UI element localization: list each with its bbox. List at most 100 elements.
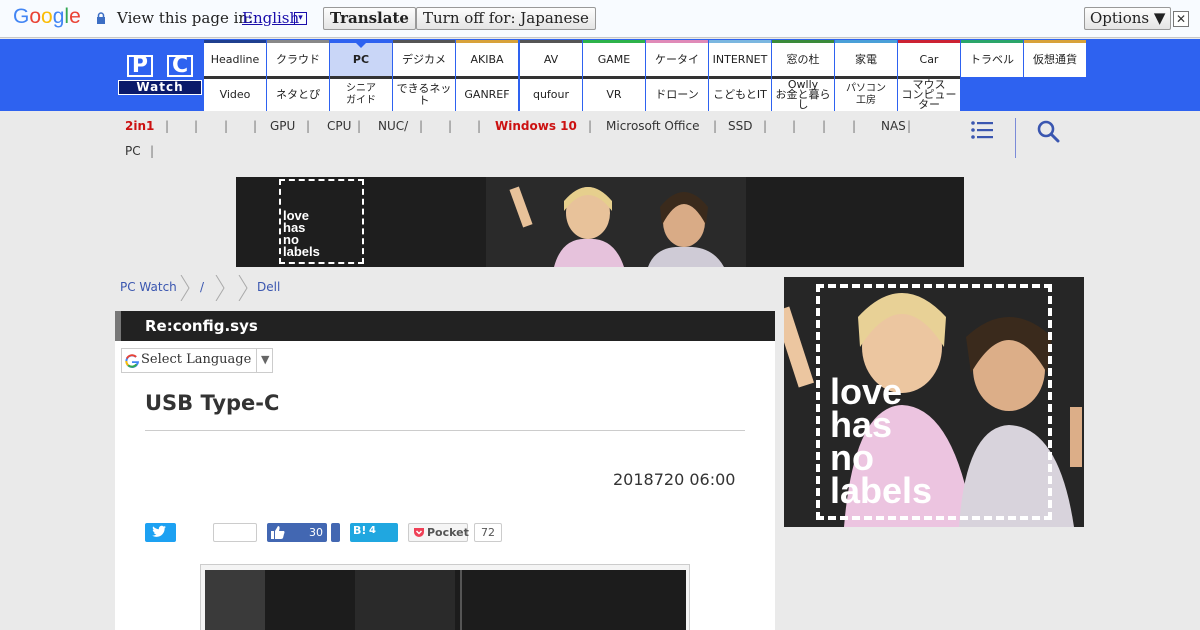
breadcrumb-home[interactable]: PC Watch	[120, 280, 177, 294]
close-icon[interactable]: ✕	[1173, 11, 1189, 27]
nav-item-row2[interactable]: こどもとIT	[709, 79, 771, 111]
nav-item-row2[interactable]: ネタとぴ	[267, 79, 329, 111]
nav-item-row1[interactable]: 仮想通貨	[1024, 43, 1086, 77]
nav-item-row1[interactable]: GAME	[583, 43, 645, 77]
nav-item-row1[interactable]: Car	[898, 43, 960, 77]
header-divider	[1015, 118, 1016, 158]
nav-item-row1[interactable]: トラベル	[961, 43, 1023, 77]
topic-link[interactable]: Microsoft Office	[606, 119, 699, 133]
thumbs-up-icon	[271, 526, 285, 539]
nav-item-row1[interactable]: デジカメ	[393, 43, 455, 77]
language-select[interactable]: Select Language ▼	[121, 348, 273, 373]
twitter-icon	[152, 525, 166, 537]
nav-item-row1[interactable]: AKIBA	[456, 43, 518, 77]
article-photo-frame	[200, 564, 690, 630]
nav-item-row2[interactable]: ドローン	[646, 79, 708, 111]
hatena-icon: B!	[353, 524, 367, 537]
nav-separator: |	[763, 119, 768, 133]
nav-item-row2[interactable]: Video	[204, 79, 266, 111]
google-logo: Google	[13, 5, 81, 29]
facebook-like-count: 30	[309, 526, 323, 539]
chevron-down-icon: ▼	[261, 353, 270, 366]
google-logo-text: Google	[13, 5, 81, 28]
nav-separator: |	[588, 119, 593, 133]
nav-item-row1[interactable]: ケータイ	[646, 43, 708, 77]
article-photo[interactable]	[205, 570, 686, 630]
turn-off-button[interactable]: Turn off for: Japanese	[416, 7, 596, 30]
translate-button[interactable]: Translate	[323, 7, 416, 30]
nav-separator: |	[224, 119, 229, 133]
nav-item-row2[interactable]: Owlly お金と暮らし	[772, 79, 834, 111]
logo-letter-p: P	[126, 55, 153, 77]
hatena-bookmark-button[interactable]: B! 4	[350, 523, 398, 542]
menu-icon[interactable]	[971, 120, 993, 140]
nav-item-row1[interactable]: クラウド	[267, 43, 329, 77]
banner-ad[interactable]: love has no labels	[236, 177, 964, 267]
nav-item-row2[interactable]: GANREF	[456, 79, 518, 111]
logo-subtitle: Watch	[118, 80, 202, 95]
pocket-count: 72	[474, 523, 502, 542]
breadcrumb-chevron-icon	[238, 275, 248, 301]
topic-link[interactable]: 2in1	[125, 119, 154, 133]
facebook-share-button[interactable]	[331, 523, 340, 542]
site-logo[interactable]: P C Watch	[118, 53, 202, 95]
side-ad-text: love has no labels	[830, 371, 933, 511]
article-title: USB Type-C	[145, 391, 280, 415]
share-count-bubble	[213, 523, 257, 542]
logo-letter-c: C	[166, 55, 194, 77]
hatena-count: 4	[369, 525, 376, 536]
nav-separator: |	[357, 119, 362, 133]
nav-separator: |	[822, 119, 827, 133]
nav-item-row1[interactable]: INTERNET	[709, 43, 771, 77]
nav-item-row1[interactable]: 窓の杜	[772, 43, 834, 77]
pocket-label: Pocket	[427, 526, 469, 539]
category-nav: Headline クラウド PC デジカメ AKIBA AV GAME ケータイ INTERNE…	[204, 40, 1086, 111]
nav-item-row1[interactable]: AV	[520, 43, 582, 77]
nav-separator: |	[419, 119, 424, 133]
breadcrumb-chevron-icon	[215, 275, 225, 301]
facebook-like-button[interactable]: 30	[267, 523, 327, 542]
breadcrumb-dell[interactable]: Dell	[257, 280, 280, 294]
nav-item-row2[interactable]: マウス コンピューター	[898, 79, 960, 111]
language-link[interactable]: English	[242, 9, 299, 27]
nav-item-row2[interactable]: qufour	[520, 79, 582, 111]
site-header: P C Watch Headline クラウド PC デジカメ AKIBA AV GAME ケ…	[0, 39, 1200, 111]
search-icon[interactable]	[1036, 119, 1060, 143]
nav-item-row1[interactable]: 家電	[835, 43, 897, 77]
nav-item-row2[interactable]: VR	[583, 79, 645, 111]
nav-separator: |	[253, 119, 258, 133]
topic-link[interactable]: NUC/	[378, 119, 408, 133]
options-button[interactable]: Options ▼	[1084, 7, 1172, 30]
nav-separator: |	[165, 119, 170, 133]
topic-link[interactable]: PC	[125, 144, 141, 158]
language-dropdown-icon[interactable]: ▾	[294, 12, 307, 25]
series-header: Re:config.sys	[115, 311, 775, 341]
select-language-label: Select Language	[141, 352, 252, 367]
side-ad[interactable]: love has no labels	[784, 277, 1084, 527]
topic-link[interactable]: SSD	[728, 119, 752, 133]
nav-item-row2[interactable]: シニア ガイド	[330, 79, 392, 111]
topic-link[interactable]: CPU	[327, 119, 351, 133]
breadcrumb-item[interactable]: /	[200, 280, 204, 294]
nav-separator: |	[713, 119, 718, 133]
view-page-in-label: View this page in:	[117, 9, 254, 27]
article: Re:config.sys Select Language ▼ USB Type…	[115, 311, 775, 630]
nav-item-row1[interactable]: PC	[330, 43, 392, 77]
translate-bar: Google View this page in: English ▾ Tran…	[0, 0, 1200, 38]
pocket-button[interactable]: Pocket	[408, 523, 469, 542]
series-title[interactable]: Re:config.sys	[145, 317, 258, 335]
nav-item-row2[interactable]: できるネット	[393, 79, 455, 111]
topic-link[interactable]: GPU	[270, 119, 295, 133]
lock-icon	[97, 12, 105, 24]
nav-separator: |	[194, 119, 199, 133]
nav-item-row1[interactable]: Headline	[204, 43, 266, 77]
topic-link[interactable]: Windows 10	[495, 119, 577, 133]
publish-date: 2018720 06:00	[613, 470, 736, 489]
topic-link[interactable]: NAS	[881, 119, 906, 133]
nav-separator: |	[792, 119, 797, 133]
nav-item-row2[interactable]: パソコン 工房	[835, 79, 897, 111]
select-divider	[256, 349, 257, 372]
nav-separator: |	[477, 119, 482, 133]
tweet-button[interactable]	[145, 523, 176, 542]
active-tab-caret	[356, 43, 366, 48]
